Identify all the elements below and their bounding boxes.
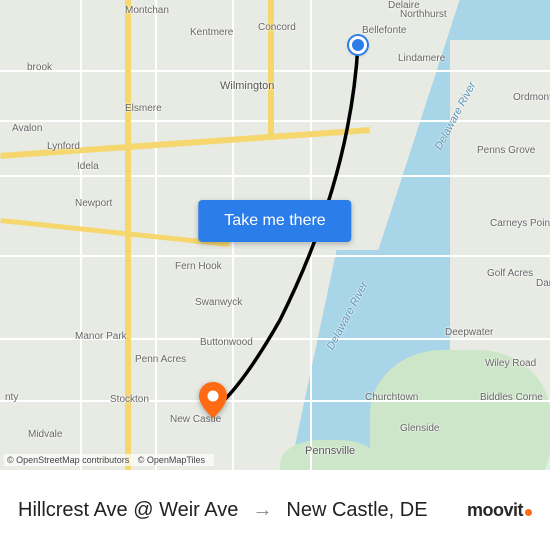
arrow-right-icon: →	[252, 499, 272, 522]
origin-label: Hillcrest Ave @ Weir Ave	[18, 499, 238, 522]
brand-dot-icon	[525, 509, 532, 516]
brand-name: moovit	[467, 500, 523, 521]
origin-marker[interactable]	[349, 36, 367, 54]
moovit-logo: moovit	[467, 500, 532, 521]
osm-attribution: © OpenStreetMap contributors	[7, 455, 129, 465]
take-me-there-button[interactable]: Take me there	[198, 200, 351, 242]
map-attribution: © OpenStreetMap contributors © OpenMapTi…	[4, 454, 214, 466]
map-pin-icon	[199, 382, 227, 418]
route-summary-bar: Hillcrest Ave @ Weir Ave → New Castle, D…	[0, 470, 550, 550]
omt-attribution: © OpenMapTiles	[138, 455, 205, 465]
destination-pin[interactable]	[199, 382, 227, 418]
map-viewport[interactable]: Wilmington Elsmere Newport New Castle Pe…	[0, 0, 550, 470]
destination-label: New Castle, DE	[286, 499, 427, 522]
